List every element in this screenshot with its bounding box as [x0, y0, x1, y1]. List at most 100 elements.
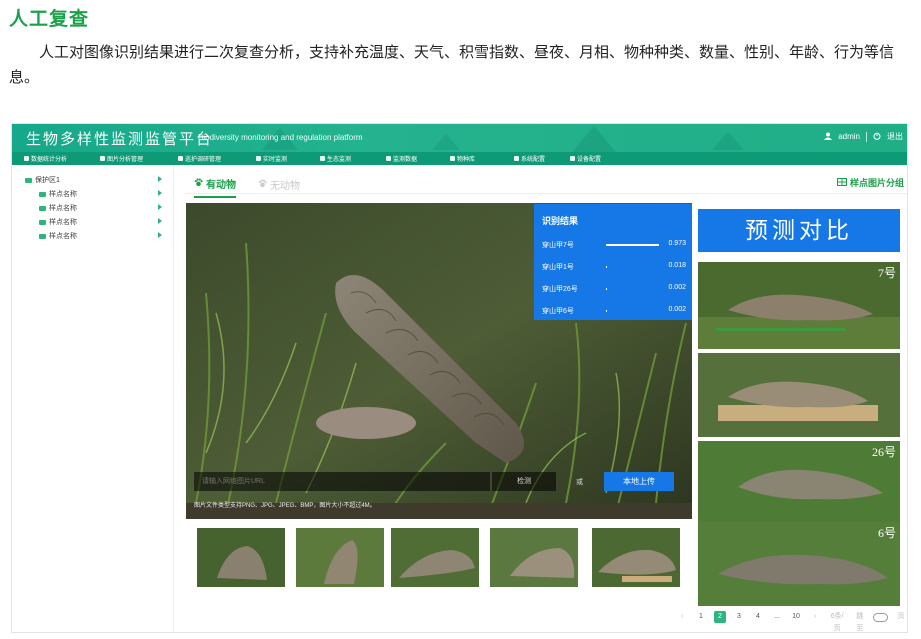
page-button[interactable]: 3 [733, 611, 745, 623]
tab-label: 无动物 [270, 181, 300, 192]
result-bar [606, 266, 607, 268]
result-row: 穿山甲6号 0.002 [542, 306, 686, 316]
expand-icon[interactable] [158, 190, 162, 196]
nav-item-realtime[interactable]: 实时监测 [256, 154, 320, 163]
nav-item-species[interactable]: 物种库 [450, 154, 514, 163]
tree-item-label: 样点名称 [49, 219, 77, 226]
expand-icon[interactable] [158, 176, 162, 182]
nav-item-ecology[interactable]: 生态监测 [320, 154, 386, 163]
page-button[interactable]: 10 [790, 611, 802, 623]
expand-icon[interactable] [158, 204, 162, 210]
app-screenshot: 生物多样性监测监管平台 Biodiversity monitoring and … [11, 123, 908, 633]
expand-icon[interactable] [158, 218, 162, 224]
user-icon [824, 132, 833, 142]
paw-icon [194, 178, 203, 190]
nav-label: 图片分析管理 [107, 157, 144, 163]
group-link[interactable]: 样点图片分组 [836, 176, 904, 189]
tree-item-label: 样点名称 [49, 233, 77, 240]
compare-label: 7号 [877, 266, 896, 280]
database-icon [386, 156, 391, 161]
url-search-row: 检测 或 本地上传 [194, 472, 677, 491]
compare-image[interactable] [698, 353, 900, 437]
folder-icon [25, 177, 32, 183]
detect-button[interactable]: 检测 [492, 472, 556, 491]
user-area: admin 退出 [824, 131, 903, 142]
jump-label: 跳至 [856, 613, 864, 632]
page-size-select[interactable]: 6条/页 [828, 611, 846, 632]
folder-icon [39, 191, 46, 197]
tree-item[interactable]: 样点名称 [39, 231, 77, 241]
thumbnail[interactable] [391, 528, 479, 587]
nav-label: 数据统计分析 [31, 157, 68, 163]
compare-image[interactable]: 26号 [698, 441, 900, 525]
tab-bar: 有动物 无动物 [194, 176, 300, 198]
app-subtitle: Biodiversity monitoring and regulation p… [198, 133, 363, 142]
nav-item-image-analysis[interactable]: 图片分析管理 [100, 154, 178, 163]
tree-root-label: 保护区1 [35, 177, 60, 184]
result-bar [606, 244, 659, 246]
nav-item-system[interactable]: 系统配置 [514, 154, 570, 163]
folder-icon [39, 219, 46, 225]
expand-icon[interactable] [158, 232, 162, 238]
nav-item-device[interactable]: 设备配置 [570, 154, 630, 163]
folder-icon [39, 233, 46, 239]
device-icon [570, 156, 575, 161]
thumbnail[interactable] [296, 528, 384, 587]
page-unit: 页 [897, 613, 905, 620]
result-panel: 识别结果 穿山甲7号 0.973 穿山甲1号 0.018 穿山甲26号 0.00… [534, 204, 692, 320]
power-icon[interactable] [873, 132, 881, 142]
tab-with-animal[interactable]: 有动物 [194, 176, 236, 198]
tree-item[interactable]: 样点名称 [39, 189, 77, 199]
result-row: 穿山甲1号 0.018 [542, 262, 686, 272]
username[interactable]: admin [838, 132, 860, 141]
next-page-button[interactable]: › [809, 611, 821, 623]
result-bar [606, 288, 607, 290]
logout-link[interactable]: 退出 [887, 131, 903, 142]
paw-icon [258, 179, 267, 191]
folder-icon [39, 205, 46, 211]
tab-label: 有动物 [206, 180, 236, 191]
page-button-current[interactable]: 2 [714, 611, 726, 623]
result-value: 0.002 [668, 306, 686, 313]
prev-page-button[interactable]: ‹ [676, 611, 688, 623]
page-ellipsis: ... [774, 613, 780, 620]
compare-label: 26号 [871, 445, 896, 459]
result-value: 0.973 [668, 240, 686, 247]
app-title: 生物多样性监测监管平台 [26, 131, 214, 148]
result-row: 穿山甲26号 0.002 [542, 284, 686, 294]
tree-item[interactable]: 样点名称 [39, 217, 77, 227]
nav-label: 设备配置 [577, 157, 602, 163]
nav-label: 巡护调研管理 [185, 157, 222, 163]
or-text: 或 [576, 479, 583, 486]
compare-title: 预测对比 [698, 209, 900, 252]
image-icon [100, 156, 105, 161]
tree-item[interactable]: 样点名称 [39, 203, 77, 213]
tree-root[interactable]: 保护区1 [25, 175, 60, 185]
result-title: 识别结果 [542, 216, 579, 226]
result-value: 0.002 [668, 284, 686, 291]
main-nav: 数据统计分析 图片分析管理 巡护调研管理 实时监测 生态监测 监测数据 物种库 … [12, 152, 907, 165]
nav-label: 物种库 [457, 157, 476, 163]
nav-item-monitor-data[interactable]: 监测数据 [386, 154, 450, 163]
nav-item-stats[interactable]: 数据统计分析 [24, 154, 100, 163]
thumbnail[interactable] [490, 528, 578, 587]
thumbnail[interactable] [592, 528, 680, 587]
page-button[interactable]: 1 [695, 611, 707, 623]
camera-icon [256, 156, 261, 161]
page-button[interactable]: 4 [752, 611, 764, 623]
compare-image[interactable]: 7号 [698, 262, 900, 349]
result-bar [606, 310, 607, 312]
tab-divider [186, 193, 907, 194]
tree-item-label: 样点名称 [49, 191, 77, 198]
result-row: 穿山甲7号 0.973 [542, 240, 686, 250]
jump-input[interactable] [873, 612, 888, 622]
compare-label: 6号 [877, 526, 896, 540]
tab-no-animal[interactable]: 无动物 [258, 176, 300, 198]
thumbnail[interactable] [197, 528, 285, 587]
url-input[interactable] [194, 472, 490, 491]
app-header: 生物多样性监测监管平台 Biodiversity monitoring and … [12, 124, 907, 152]
nav-item-patrol[interactable]: 巡护调研管理 [178, 154, 256, 163]
nav-label: 生态监测 [327, 157, 352, 163]
upload-button[interactable]: 本地上传 [604, 472, 674, 491]
compare-image[interactable]: 6号 [698, 522, 900, 606]
